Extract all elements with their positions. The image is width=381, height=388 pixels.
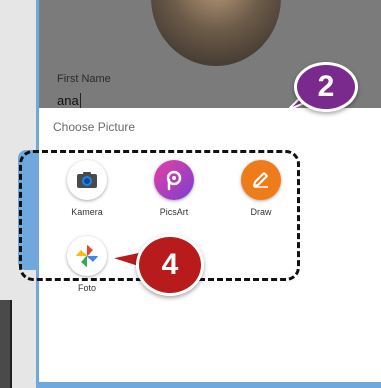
first-name-label: First Name xyxy=(57,73,111,85)
app-label: Foto xyxy=(77,283,96,293)
profile-avatar[interactable] xyxy=(151,0,281,66)
app-option-picsart[interactable]: PicsArt xyxy=(134,160,214,217)
app-option-kamera[interactable]: Kamera xyxy=(47,160,127,217)
annotation-number: 4 xyxy=(161,248,179,281)
pencil-icon xyxy=(241,160,281,200)
camera-icon xyxy=(67,160,107,200)
text-cursor xyxy=(80,93,81,108)
photos-pinwheel-icon xyxy=(67,236,107,276)
outer-left-frame xyxy=(0,0,42,388)
first-name-field[interactable]: ana xyxy=(57,94,79,108)
annotation-marker-2: 2 xyxy=(294,62,358,112)
choose-picture-sheet: Choose Picture Kamera PicsArt Draw Foto xyxy=(39,108,381,382)
annotation-number: 2 xyxy=(317,70,335,103)
sheet-title: Choose Picture xyxy=(53,120,136,134)
app-label: Draw xyxy=(250,207,272,217)
device-edge xyxy=(0,300,12,388)
app-label: PicsArt xyxy=(159,207,189,217)
app-label: Kamera xyxy=(71,207,103,217)
annotation-marker-4: 4 xyxy=(136,234,204,296)
app-option-draw[interactable]: Draw xyxy=(221,160,301,217)
picsart-icon xyxy=(154,160,194,200)
